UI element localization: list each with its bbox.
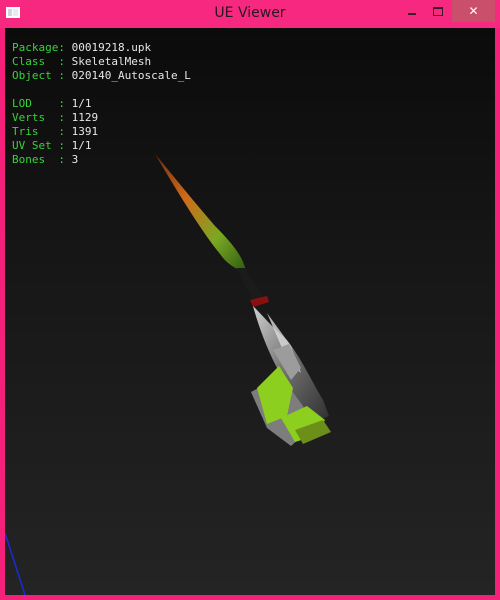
axis-line	[5, 532, 26, 595]
close-icon: ✕	[468, 4, 479, 18]
mesh-plume	[155, 154, 246, 271]
info-object: Object : 020140_Autoscale_L	[12, 69, 191, 82]
maximize-icon	[433, 6, 443, 16]
info-lod: LOD : 1/1	[12, 97, 92, 110]
info-package: Package: 00019218.upk	[12, 41, 152, 54]
window-title: UE Viewer	[214, 5, 286, 21]
minimize-icon	[408, 13, 416, 15]
info-bones: Bones : 3	[12, 153, 79, 166]
title-bar[interactable]: UE Viewer ✕	[0, 0, 500, 28]
mesh-info-overlay: Package: 00019218.upk Class : SkeletalMe…	[12, 41, 191, 167]
info-uvset: UV Set : 1/1	[12, 139, 92, 152]
info-verts: Verts : 1129	[12, 111, 99, 124]
minimize-button[interactable]	[402, 0, 422, 22]
close-button[interactable]: ✕	[452, 0, 495, 22]
3d-viewport[interactable]: Package: 00019218.upk Class : SkeletalMe…	[5, 28, 495, 595]
info-class: Class : SkeletalMesh	[12, 55, 152, 68]
maximize-button[interactable]	[428, 0, 448, 22]
app-window: UE Viewer ✕ Package: 00019218.upk Class …	[0, 0, 500, 600]
info-tris: Tris : 1391	[12, 125, 99, 138]
